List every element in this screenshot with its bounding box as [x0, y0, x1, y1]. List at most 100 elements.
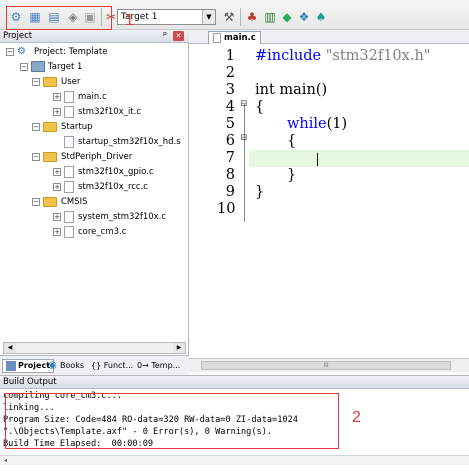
expand-icon[interactable]: + — [53, 182, 61, 191]
tree-item-file[interactable]: + system_stm32f10x.c — [53, 209, 166, 224]
expand-icon[interactable]: + — [53, 227, 61, 236]
tree-item-label: main.c — [78, 91, 107, 102]
build-output-panel: compiling core_cm3.c... linking... Progr… — [0, 389, 469, 472]
editor: main.c 1 #include "stm32f10x.h" 2 3 int … — [189, 30, 469, 375]
collapse-icon[interactable]: − — [6, 47, 14, 56]
tree-item-label: core_cm3.c — [78, 226, 127, 237]
books-icon: ◉ — [48, 360, 57, 371]
close-icon[interactable]: ✕ — [173, 31, 184, 41]
line-number: 8 — [225, 167, 235, 183]
folder-icon — [43, 76, 57, 87]
tree-item-file[interactable]: + core_cm3.c — [53, 224, 126, 239]
highlight-box-1 — [6, 6, 112, 30]
editor-tab-label: main.c — [224, 33, 256, 43]
tab-label: {} Funct... — [91, 361, 134, 370]
toolbar: ⚙ ▦ ▤ ◈ ▣ ✂ Target 1 ▼ ⚒ ♣ ▥ ◆ ❖ ♠ 1 — [0, 0, 469, 30]
file-icon — [64, 165, 74, 178]
code-line[interactable]: } — [287, 167, 296, 183]
tab-project[interactable]: Project — [2, 359, 55, 373]
component-icon[interactable]: ❖ — [296, 9, 312, 25]
scroll-left-icon[interactable]: ◂ — [4, 457, 7, 464]
tree-item-label: stm32f10x_gpio.c — [78, 166, 154, 177]
tree-item-file[interactable]: + stm32f10x_gpio.c — [53, 164, 154, 179]
project-horizontal-scrollbar[interactable]: ◀ ▶ — [3, 342, 186, 354]
project-tabs: Project ◉ Books {} Funct... 0→ Temp... — [0, 355, 189, 375]
code-line[interactable]: } — [255, 184, 264, 200]
code-line[interactable]: { — [255, 99, 264, 115]
tab-label: Project — [18, 361, 51, 370]
code-line[interactable]: { — [287, 133, 296, 149]
build-output-header: Build Output — [0, 375, 469, 389]
project-tab-icon — [6, 361, 16, 371]
tree-item-label: stm32f10x_rcc.c — [78, 181, 148, 192]
tree-item-label: CMSIS — [61, 196, 88, 207]
expand-icon[interactable]: + — [53, 107, 61, 116]
tab-functions[interactable]: {} Funct... — [91, 359, 133, 373]
tree-item-group-stdperiph[interactable]: − StdPeriph_Driver — [32, 149, 132, 164]
fold-toggle-icon[interactable]: ⊟ — [240, 99, 249, 109]
tree-item-label: system_stm32f10x.c — [78, 211, 167, 222]
collapse-icon[interactable]: − — [32, 197, 40, 206]
tab-books[interactable]: ◉ Books — [48, 359, 84, 373]
tree-item-group-user[interactable]: − User — [32, 74, 80, 89]
expand-icon[interactable]: + — [53, 92, 61, 101]
pin-icon[interactable]: ᵖ — [163, 30, 167, 42]
folder-icon — [43, 196, 57, 207]
file-icon — [213, 33, 221, 43]
collapse-icon[interactable]: − — [32, 77, 40, 86]
code-string: "stm32f10x.h" — [325, 48, 431, 64]
expand-icon[interactable]: + — [53, 167, 61, 176]
manage-project-items-icon[interactable]: ⚒ — [221, 9, 237, 25]
tree-item-label: startup_stm32f10x_hd.s — [78, 136, 181, 147]
tree-item-file[interactable]: startup_stm32f10x_hd.s — [64, 134, 181, 149]
tree-item-file[interactable]: + main.c — [53, 89, 107, 104]
editor-tabbar: main.c — [189, 30, 469, 44]
tree-item-label: Target 1 — [48, 61, 83, 72]
fold-toggle-icon[interactable]: ⊟ — [240, 133, 249, 143]
file-icon — [64, 90, 74, 103]
project-panel-header: Project ᵖ ✕ — [0, 30, 189, 43]
tree-item-group-cmsis[interactable]: − CMSIS — [32, 194, 88, 209]
scroll-right-icon[interactable]: ▶ — [173, 343, 185, 353]
code-text: (1) — [326, 116, 348, 132]
project-panel-title: Project — [3, 31, 33, 41]
tab-templates[interactable]: 0→ Temp... — [137, 359, 180, 373]
device-database-icon[interactable]: ♠ — [313, 9, 329, 25]
toolbar-separator — [240, 8, 241, 26]
manage-rte-icon[interactable]: ▥ — [262, 9, 278, 25]
tab-label: 0→ Temp... — [137, 361, 181, 370]
chevron-down-icon[interactable]: ▼ — [202, 10, 215, 24]
tree-item-group-startup[interactable]: − Startup — [32, 119, 93, 134]
expand-icon[interactable]: + — [53, 212, 61, 221]
annotation-2: 2 — [352, 409, 361, 426]
line-number: 6 — [225, 133, 235, 149]
code-area[interactable]: 1 #include "stm32f10x.h" 2 3 int main() … — [189, 45, 469, 355]
code-line[interactable]: #include "stm32f10x.h" — [255, 48, 430, 64]
file-icon — [64, 210, 74, 223]
tree-item-label: StdPeriph_Driver — [61, 151, 133, 162]
highlight-box-2 — [5, 393, 339, 449]
tree-item-file[interactable]: + stm32f10x_rcc.c — [53, 179, 148, 194]
folder-icon — [43, 151, 57, 162]
scroll-thumb[interactable]: III — [201, 361, 451, 370]
tree-item-file[interactable]: + stm32f10x_it.c — [53, 104, 141, 119]
scroll-left-icon[interactable]: ◀ — [4, 343, 16, 353]
editor-horizontal-scrollbar[interactable]: III — [189, 358, 469, 372]
collapse-icon[interactable]: − — [20, 62, 28, 71]
build-output-scrollbar[interactable]: ◂ — [0, 455, 469, 465]
select-packs-icon[interactable]: ◆ — [279, 9, 295, 25]
text-cursor — [317, 153, 318, 166]
pack-installer-icon[interactable]: ♣ — [244, 9, 260, 25]
fold-guide — [244, 104, 245, 222]
code-keyword: #include — [255, 48, 322, 64]
code-line[interactable]: while(1) — [287, 116, 347, 132]
tree-item-label: stm32f10x_it.c — [78, 106, 142, 117]
collapse-icon[interactable]: − — [32, 122, 40, 131]
collapse-icon[interactable]: − — [32, 152, 40, 161]
code-keyword: while — [287, 116, 327, 132]
file-icon — [64, 135, 74, 148]
tree-item-project[interactable]: − ⚙ Project: Template — [6, 44, 107, 59]
tree-item-target[interactable]: − Target 1 — [20, 59, 82, 74]
tab-main-c[interactable]: main.c — [208, 31, 261, 44]
code-line[interactable]: int main() — [255, 82, 327, 98]
